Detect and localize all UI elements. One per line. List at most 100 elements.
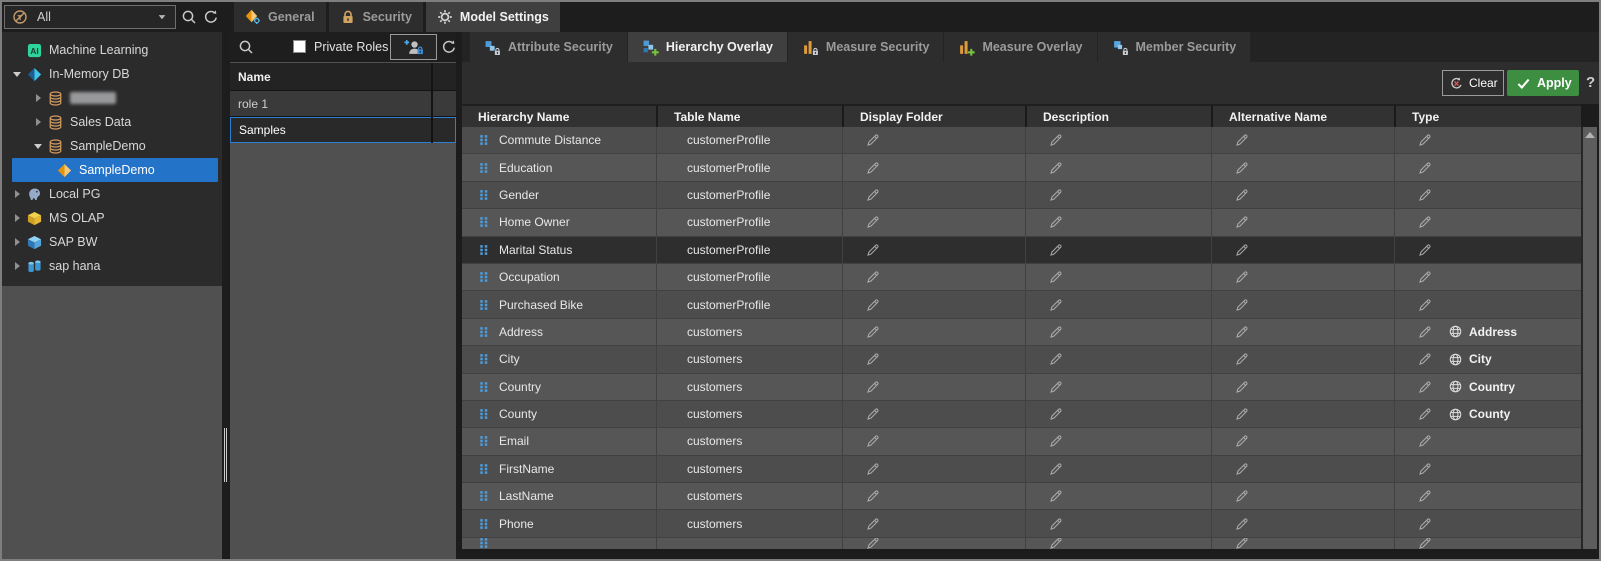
- edit-pencil-icon[interactable]: [1417, 406, 1433, 422]
- settings-tab[interactable]: Measure Security: [788, 32, 944, 62]
- drag-handle-icon[interactable]: [478, 243, 490, 257]
- scroll-up-icon[interactable]: [1585, 132, 1595, 138]
- refresh-icon[interactable]: [441, 39, 457, 55]
- edit-pencil-icon[interactable]: [1234, 269, 1250, 285]
- private-roles-checkbox[interactable]: [293, 40, 306, 53]
- drag-handle-icon[interactable]: [478, 270, 490, 284]
- panel-splitter[interactable]: [222, 2, 230, 559]
- edit-pencil-icon[interactable]: [1417, 488, 1433, 504]
- edit-pencil-icon[interactable]: [865, 324, 881, 340]
- edit-pencil-icon[interactable]: [865, 461, 881, 477]
- expand-arrow-icon[interactable]: [10, 258, 27, 274]
- edit-pencil-icon[interactable]: [1417, 297, 1433, 313]
- table-row[interactable]: Home Owner customerProfile: [462, 209, 1581, 236]
- tree-item[interactable]: SAP BW: [2, 230, 222, 254]
- edit-pencil-icon[interactable]: [1048, 269, 1064, 285]
- expand-arrow-icon[interactable]: [10, 186, 27, 202]
- edit-pencil-icon[interactable]: [1234, 379, 1250, 395]
- table-row[interactable]: Commute Distance customerProfile: [462, 127, 1581, 154]
- tree-item[interactable]: [2, 86, 222, 110]
- expand-arrow-icon[interactable]: [10, 42, 27, 58]
- expand-arrow-icon[interactable]: [10, 234, 27, 250]
- tree-item[interactable]: Local PG: [2, 182, 222, 206]
- top-tab[interactable]: Model Settings: [426, 2, 560, 32]
- expand-arrow-icon[interactable]: [40, 162, 57, 178]
- edit-pencil-icon[interactable]: [1048, 488, 1064, 504]
- role-row[interactable]: role 1: [230, 91, 456, 117]
- edit-pencil-icon[interactable]: [1048, 379, 1064, 395]
- tree-item[interactable]: Machine Learning: [2, 38, 222, 62]
- edit-pencil-icon[interactable]: [865, 406, 881, 422]
- drag-handle-icon[interactable]: [478, 380, 490, 394]
- edit-pencil-icon[interactable]: [1234, 242, 1250, 258]
- edit-pencil-icon[interactable]: [1048, 132, 1064, 148]
- table-row[interactable]: Address customers: [462, 319, 1581, 346]
- search-icon[interactable]: [238, 39, 254, 55]
- edit-pencil-icon[interactable]: [1417, 324, 1433, 340]
- settings-tab[interactable]: Member Security: [1098, 32, 1251, 62]
- edit-pencil-icon[interactable]: [1417, 379, 1433, 395]
- tree-item[interactable]: Sales Data: [2, 110, 222, 134]
- edit-pencil-icon[interactable]: [1234, 351, 1250, 367]
- role-row[interactable]: Samples: [230, 117, 456, 143]
- edit-pencil-icon[interactable]: [1234, 406, 1250, 422]
- edit-pencil-icon[interactable]: [1048, 214, 1064, 230]
- tree-item[interactable]: MS OLAP: [2, 206, 222, 230]
- expand-arrow-icon[interactable]: [31, 138, 48, 154]
- apply-button[interactable]: Apply: [1507, 70, 1579, 96]
- drag-handle-icon[interactable]: [478, 352, 490, 366]
- edit-pencil-icon[interactable]: [865, 488, 881, 504]
- edit-pencil-icon[interactable]: [1234, 187, 1250, 203]
- table-row[interactable]: [462, 538, 1581, 549]
- edit-pencil-icon[interactable]: [1417, 160, 1433, 176]
- tree-item[interactable]: sap hana: [2, 254, 222, 278]
- table-row[interactable]: County customers: [462, 401, 1581, 428]
- edit-pencil-icon[interactable]: [865, 379, 881, 395]
- edit-pencil-icon[interactable]: [1417, 242, 1433, 258]
- edit-pencil-icon[interactable]: [865, 516, 881, 532]
- edit-pencil-icon[interactable]: [1417, 132, 1433, 148]
- expand-arrow-icon[interactable]: [10, 66, 27, 82]
- connection-filter-dropdown[interactable]: All: [4, 5, 176, 29]
- edit-pencil-icon[interactable]: [1234, 132, 1250, 148]
- edit-pencil-icon[interactable]: [1234, 214, 1250, 230]
- expand-arrow-icon[interactable]: [31, 90, 48, 106]
- drag-handle-icon[interactable]: [478, 462, 490, 476]
- edit-pencil-icon[interactable]: [865, 160, 881, 176]
- edit-pencil-icon[interactable]: [1048, 406, 1064, 422]
- table-row[interactable]: Phone customers: [462, 510, 1581, 537]
- drag-handle-icon[interactable]: [478, 298, 490, 312]
- table-row[interactable]: Education customerProfile: [462, 154, 1581, 181]
- edit-pencil-icon[interactable]: [1234, 516, 1250, 532]
- edit-pencil-icon[interactable]: [1417, 269, 1433, 285]
- expand-arrow-icon[interactable]: [10, 210, 27, 226]
- clear-button[interactable]: Clear: [1442, 70, 1504, 96]
- edit-pencil-icon[interactable]: [1048, 516, 1064, 532]
- table-row[interactable]: FirstName customers: [462, 456, 1581, 483]
- edit-pencil-icon[interactable]: [1234, 538, 1250, 549]
- search-icon[interactable]: [181, 9, 197, 25]
- top-tab[interactable]: Security: [329, 2, 423, 32]
- edit-pencil-icon[interactable]: [1417, 187, 1433, 203]
- help-button[interactable]: ?: [1586, 74, 1595, 91]
- drag-handle-icon[interactable]: [478, 133, 490, 147]
- edit-pencil-icon[interactable]: [865, 351, 881, 367]
- tree-item[interactable]: SampleDemo: [12, 158, 218, 182]
- edit-pencil-icon[interactable]: [1048, 461, 1064, 477]
- settings-tab[interactable]: Hierarchy Overlay: [628, 32, 787, 62]
- tree-item[interactable]: In-Memory DB: [2, 62, 222, 86]
- edit-pencil-icon[interactable]: [865, 214, 881, 230]
- drag-handle-icon[interactable]: [478, 538, 490, 549]
- drag-handle-icon[interactable]: [478, 161, 490, 175]
- edit-pencil-icon[interactable]: [865, 538, 881, 549]
- table-row[interactable]: Country customers: [462, 374, 1581, 401]
- edit-pencil-icon[interactable]: [1234, 297, 1250, 313]
- edit-pencil-icon[interactable]: [865, 242, 881, 258]
- table-row[interactable]: LastName customers: [462, 483, 1581, 510]
- edit-pencil-icon[interactable]: [1234, 160, 1250, 176]
- drag-handle-icon[interactable]: [478, 434, 490, 448]
- edit-pencil-icon[interactable]: [1048, 187, 1064, 203]
- edit-pencil-icon[interactable]: [1048, 242, 1064, 258]
- table-row[interactable]: Purchased Bike customerProfile: [462, 291, 1581, 318]
- drag-handle-icon[interactable]: [478, 517, 490, 531]
